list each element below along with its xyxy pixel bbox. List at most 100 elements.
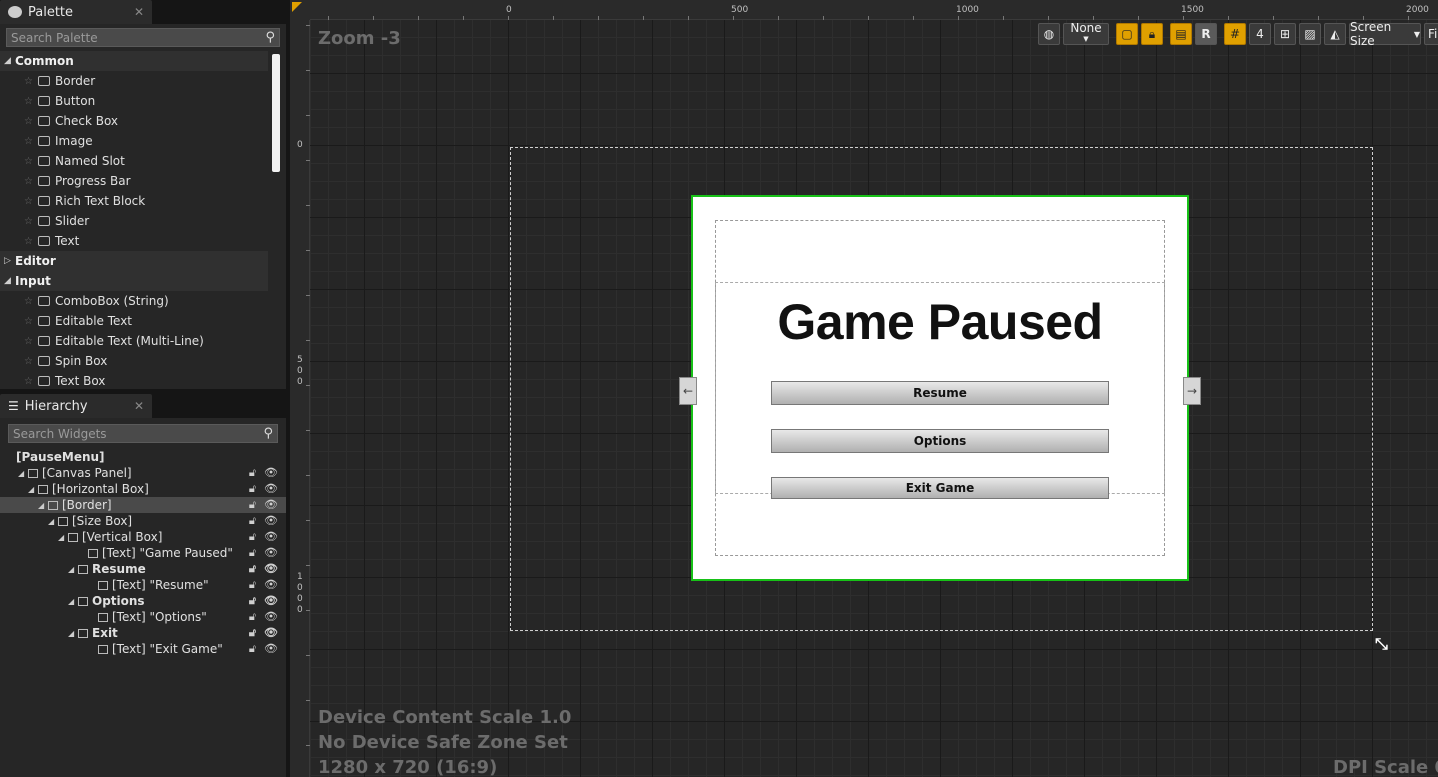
- palette-item[interactable]: ☆ ComboBox (String): [0, 291, 268, 311]
- eye-icon[interactable]: 👁︎: [264, 626, 278, 640]
- palette-item[interactable]: ☆ Slider: [0, 211, 268, 231]
- star-icon[interactable]: ☆: [24, 296, 38, 307]
- palette-category[interactable]: ◢ Common: [0, 51, 268, 71]
- mirror-icon[interactable]: ◭: [1324, 23, 1346, 45]
- lock-icon[interactable]: 🔓︎: [249, 626, 256, 640]
- grid-size-dropdown[interactable]: 4: [1249, 23, 1271, 45]
- hierarchy-row[interactable]: ◢ [Canvas Panel] 🔓︎ 👁︎: [0, 465, 286, 481]
- close-icon[interactable]: ✕: [134, 5, 144, 19]
- eye-icon[interactable]: 👁︎: [264, 610, 278, 624]
- palette-tab[interactable]: Palette ✕: [0, 0, 288, 24]
- star-icon[interactable]: ☆: [24, 176, 38, 187]
- hierarchy-root[interactable]: [PauseMenu]: [0, 449, 286, 465]
- eye-icon[interactable]: 👁︎: [264, 498, 278, 512]
- outline-toggle-icon[interactable]: ▢: [1116, 23, 1138, 45]
- hierarchy-row[interactable]: ◢ Options 🔓︎ 👁︎: [0, 593, 286, 609]
- eye-icon[interactable]: 👁︎: [264, 578, 278, 592]
- triangle-down-icon[interactable]: ◢: [28, 485, 38, 494]
- star-icon[interactable]: ☆: [24, 76, 38, 87]
- lock-icon[interactable]: 🔓︎: [249, 546, 256, 560]
- resume-button[interactable]: Resume: [771, 381, 1109, 405]
- screen-size-dropdown[interactable]: Screen Size ▼: [1349, 20, 1421, 48]
- palette-item[interactable]: ☆ Button: [0, 91, 268, 111]
- triangle-down-icon[interactable]: ◢: [68, 629, 78, 638]
- designer-viewport[interactable]: 0 500 1000 1500 2000 0 5 0 0 1 0 0 0 Zoom -3 ◍…: [290, 0, 1438, 777]
- triangle-down-icon[interactable]: ◢: [48, 517, 58, 526]
- star-icon[interactable]: ☆: [24, 316, 38, 327]
- hierarchy-row[interactable]: [Text] "Game Paused" 🔓︎ 👁︎: [0, 545, 286, 561]
- hierarchy-tab[interactable]: ☰ Hierarchy ✕: [0, 394, 152, 418]
- triangle-down-icon[interactable]: ◢: [38, 501, 48, 510]
- palette-category[interactable]: ▷ Editor: [0, 251, 268, 271]
- globe-icon[interactable]: ◍: [1038, 23, 1060, 45]
- arrow-right-icon[interactable]: →: [1183, 377, 1201, 405]
- hierarchy-row[interactable]: [Text] "Options" 🔓︎ 👁︎: [0, 609, 286, 625]
- star-icon[interactable]: ☆: [24, 236, 38, 247]
- transform-icon[interactable]: ⊞: [1274, 23, 1296, 45]
- palette-item[interactable]: ☆ Border: [0, 71, 268, 91]
- r-button[interactable]: R: [1195, 23, 1217, 45]
- hierarchy-row[interactable]: [Text] "Exit Game" 🔓︎ 👁︎: [0, 641, 286, 657]
- hierarchy-row[interactable]: ◢ [Horizontal Box] 🔓︎ 👁︎: [0, 481, 286, 497]
- palette-item[interactable]: ☆ Spin Box: [0, 351, 268, 371]
- star-icon[interactable]: ☆: [24, 356, 38, 367]
- eye-icon[interactable]: 👁︎: [264, 594, 278, 608]
- triangle-down-icon[interactable]: ◢: [18, 469, 28, 478]
- arrow-left-icon[interactable]: ←: [679, 377, 697, 405]
- hierarchy-row[interactable]: ◢ Resume 🔓︎ 👁︎: [0, 561, 286, 577]
- eye-icon[interactable]: 👁︎: [264, 562, 278, 576]
- palette-category[interactable]: ◢ Input: [0, 271, 268, 291]
- palette-item[interactable]: ☆ Text Box: [0, 371, 268, 391]
- lock-icon[interactable]: 🔓︎: [249, 514, 256, 528]
- hierarchy-row[interactable]: ◢ [Size Box] 🔓︎ 👁︎: [0, 513, 286, 529]
- lock-icon[interactable]: 🔓︎: [249, 642, 256, 656]
- star-icon[interactable]: ☆: [24, 196, 38, 207]
- hierarchy-row[interactable]: [Text] "Resume" 🔓︎ 👁︎: [0, 577, 286, 593]
- lock-icon[interactable]: 🔓︎: [249, 530, 256, 544]
- star-icon[interactable]: ☆: [24, 156, 38, 167]
- close-icon[interactable]: ✕: [134, 399, 144, 413]
- lock-icon[interactable]: 🔓︎: [249, 594, 256, 608]
- palette-item[interactable]: ☆ Text: [0, 231, 268, 251]
- hierarchy-row[interactable]: ◢ [Vertical Box] 🔓︎ 👁︎: [0, 529, 286, 545]
- resize-handle-icon[interactable]: ⤡: [1375, 634, 1388, 654]
- eye-icon[interactable]: 👁︎: [264, 530, 278, 544]
- eye-icon[interactable]: 👁︎: [264, 546, 278, 560]
- palette-item[interactable]: ☆ Rich Text Block: [0, 191, 268, 211]
- grid-snap-icon[interactable]: #: [1224, 23, 1246, 45]
- none-dropdown[interactable]: None ▼: [1063, 22, 1109, 45]
- star-icon[interactable]: ☆: [24, 96, 38, 107]
- triangle-down-icon[interactable]: ◢: [68, 565, 78, 574]
- hierarchy-row[interactable]: ◢ Exit 🔓︎ 👁︎: [0, 625, 286, 641]
- palette-item[interactable]: ☆ Named Slot: [0, 151, 268, 171]
- exit-game-button[interactable]: Exit Game: [771, 477, 1109, 499]
- eye-icon[interactable]: 👁︎: [264, 514, 278, 528]
- palette-item[interactable]: ☆ Editable Text: [0, 311, 268, 331]
- lock-icon[interactable]: 🔓︎: [249, 466, 256, 480]
- options-button[interactable]: Options: [771, 429, 1109, 453]
- triangle-down-icon[interactable]: ◢: [58, 533, 68, 542]
- triangle-down-icon[interactable]: ◢: [68, 597, 78, 606]
- palette-item[interactable]: ☆ Progress Bar: [0, 171, 268, 191]
- lock-icon[interactable]: 🔒︎: [1141, 23, 1163, 45]
- eye-icon[interactable]: 👁︎: [264, 482, 278, 496]
- palette-search-input[interactable]: Search Palette ⚲: [6, 28, 280, 47]
- star-icon[interactable]: ☆: [24, 376, 38, 387]
- eye-icon[interactable]: 👁︎: [264, 466, 278, 480]
- palette-item[interactable]: ☆ Check Box: [0, 111, 268, 131]
- hierarchy-row[interactable]: ◢ [Border] 🔓︎ 👁︎: [0, 497, 286, 513]
- image-icon[interactable]: ▨: [1299, 23, 1321, 45]
- lock-icon[interactable]: 🔓︎: [249, 610, 256, 624]
- lock-icon[interactable]: 🔓︎: [249, 498, 256, 512]
- eye-icon[interactable]: 👁︎: [264, 642, 278, 656]
- star-icon[interactable]: ☆: [24, 336, 38, 347]
- palette-scrollbar[interactable]: [272, 54, 280, 172]
- hierarchy-search-input[interactable]: Search Widgets ⚲: [8, 424, 278, 443]
- palette-item[interactable]: ☆ Editable Text (Multi-Line): [0, 331, 268, 351]
- palette-item[interactable]: ☆ Image: [0, 131, 268, 151]
- lock-icon[interactable]: 🔓︎: [249, 562, 256, 576]
- star-icon[interactable]: ☆: [24, 216, 38, 227]
- lock-icon[interactable]: 🔓︎: [249, 482, 256, 496]
- lock-icon[interactable]: 🔓︎: [249, 578, 256, 592]
- star-icon[interactable]: ☆: [24, 136, 38, 147]
